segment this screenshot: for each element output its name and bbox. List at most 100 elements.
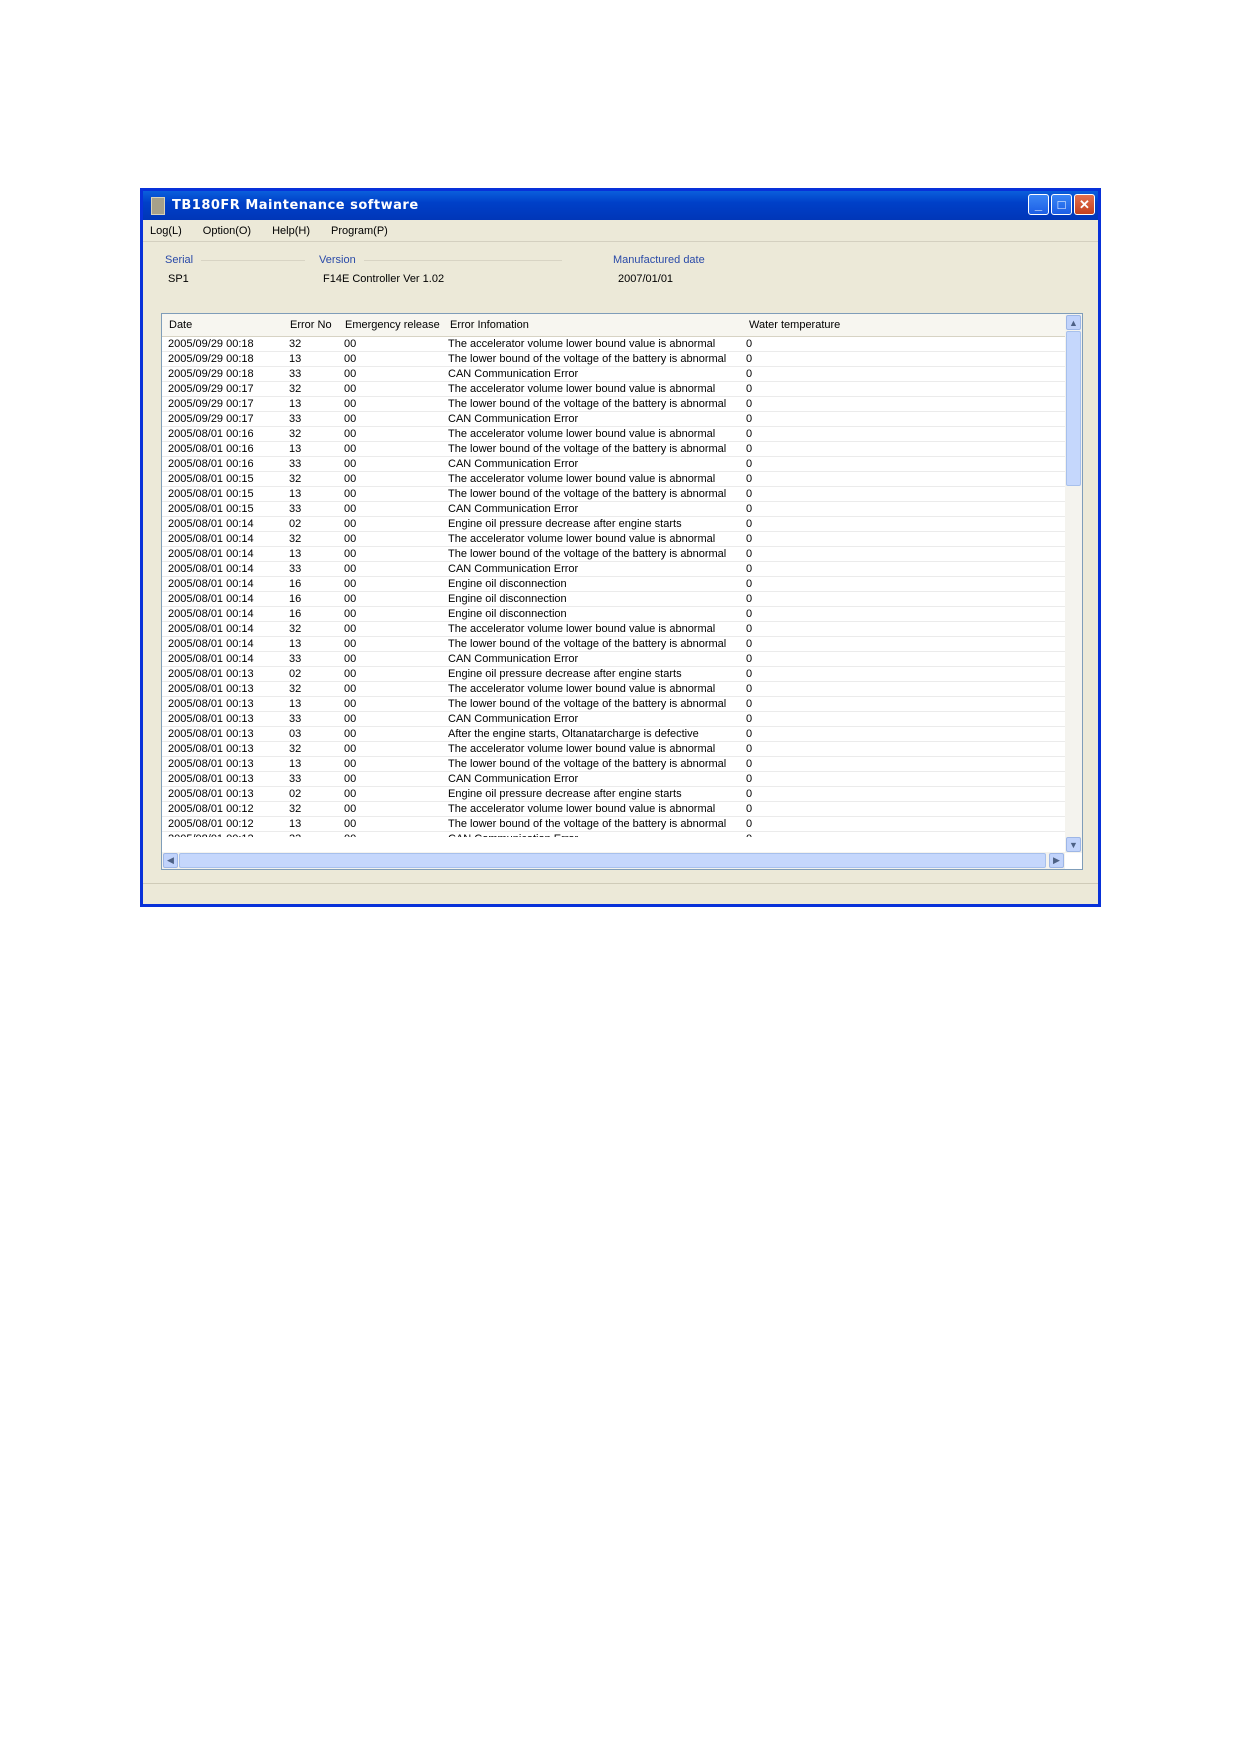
cell-date: 2005/08/01 00:14: [168, 638, 254, 650]
table-row[interactable]: 2005/08/01 00:14 16 00 Engine oil disconnec…: [162, 577, 1065, 592]
table-row[interactable]: 2005/08/01 00:15 32 00 The accelerator volu…: [162, 472, 1065, 487]
cell-error-information: The lower bound of the voltage of the ba…: [448, 398, 727, 410]
cell-error-information: CAN Communication Error: [448, 713, 579, 725]
cell-emergency-release: 00: [344, 698, 357, 710]
cell-error-information: The lower bound of the voltage of the ba…: [448, 548, 727, 560]
cell-error-information: CAN Communication Error: [448, 563, 579, 575]
cell-water-temperature: 0: [746, 458, 753, 470]
cell-error-information: The accelerator volume lower bound value…: [448, 803, 716, 815]
cell-water-temperature: 0: [746, 413, 753, 425]
vertical-scrollbar[interactable]: ▲ ▼: [1065, 314, 1082, 853]
version-label: Version: [319, 254, 356, 266]
cell-date: 2005/08/01 00:13: [168, 728, 254, 740]
window-controls: _ □ ✕: [1028, 194, 1095, 215]
cell-date: 2005/08/01 00:16: [168, 428, 254, 440]
cell-emergency-release: 00: [344, 683, 357, 695]
cell-emergency-release: 00: [344, 518, 357, 530]
table-row[interactable]: 2005/08/01 00:13 13 00 The lower bound of t…: [162, 757, 1065, 772]
cell-date: 2005/09/29 00:18: [168, 368, 254, 380]
table-row[interactable]: 2005/08/01 00:16 33 00 CAN Communication Er…: [162, 457, 1065, 472]
table-row[interactable]: 2005/09/29 00:18 33 00 CAN Communication Er…: [162, 367, 1065, 382]
table-row[interactable]: 2005/08/01 00:14 33 00 CAN Communication Er…: [162, 652, 1065, 667]
cell-error-no: 02: [289, 668, 302, 680]
scroll-left-icon[interactable]: ◀: [163, 853, 178, 868]
table-row[interactable]: 2005/08/01 00:14 32 00 The accelerator volu…: [162, 532, 1065, 547]
table-row[interactable]: 2005/09/29 00:18 13 00 The lower bound of t…: [162, 352, 1065, 367]
manufactured-label: Manufactured date: [613, 254, 705, 266]
table-row[interactable]: 2005/08/01 00:14 16 00 Engine oil disconnec…: [162, 592, 1065, 607]
menu-help[interactable]: Help(H): [272, 225, 310, 237]
table-row[interactable]: 2005/08/01 00:15 33 00 CAN Communication Er…: [162, 502, 1065, 517]
cell-error-no: 02: [289, 518, 302, 530]
cell-water-temperature: 0: [746, 758, 753, 770]
table-row[interactable]: 2005/09/29 00:17 33 00 CAN Communication Er…: [162, 412, 1065, 427]
col-error-no[interactable]: Error No: [290, 319, 332, 331]
cell-water-temperature: 0: [746, 368, 753, 380]
cell-error-information: The accelerator volume lower bound value…: [448, 383, 716, 395]
minimize-button[interactable]: _: [1028, 194, 1049, 215]
error-log-grid[interactable]: Date Error No Emergency release Error In…: [161, 313, 1083, 870]
cell-error-information: CAN Communication Error: [448, 653, 579, 665]
table-row[interactable]: 2005/08/01 00:13 02 00 Engine oil pressure …: [162, 667, 1065, 682]
col-water-temperature[interactable]: Water temperature: [749, 319, 840, 331]
table-row[interactable]: 2005/08/01 00:14 13 00 The lower bound of t…: [162, 637, 1065, 652]
scroll-right-icon[interactable]: ▶: [1049, 853, 1064, 868]
horizontal-scrollbar[interactable]: ◀ ▶: [162, 852, 1065, 869]
cell-water-temperature: 0: [746, 488, 753, 500]
cell-error-information: The accelerator volume lower bound value…: [448, 533, 716, 545]
table-row[interactable]: 2005/08/01 00:16 13 00 The lower bound of t…: [162, 442, 1065, 457]
cell-water-temperature: 0: [746, 443, 753, 455]
table-row[interactable]: 2005/08/01 00:13 33 00 CAN Communication Er…: [162, 712, 1065, 727]
table-row[interactable]: 2005/08/01 00:12 32 00 The accelerator volu…: [162, 802, 1065, 817]
table-row[interactable]: 2005/08/01 00:13 32 00 The accelerator volu…: [162, 742, 1065, 757]
manufactured-value: 2007/01/01: [618, 273, 674, 285]
cell-error-no: 32: [289, 473, 302, 485]
title-bar[interactable]: TB180FR Maintenance software _ □ ✕: [143, 191, 1098, 220]
scroll-down-icon[interactable]: ▼: [1066, 837, 1081, 852]
cell-error-information: The lower bound of the voltage of the ba…: [448, 758, 727, 770]
maximize-button[interactable]: □: [1051, 194, 1072, 215]
cell-emergency-release: 00: [344, 353, 357, 365]
cell-emergency-release: 00: [344, 338, 357, 350]
cell-error-no: 13: [289, 488, 302, 500]
col-emergency-release[interactable]: Emergency release: [345, 319, 440, 331]
cell-emergency-release: 00: [344, 788, 357, 800]
col-error-information[interactable]: Error Infomation: [450, 319, 529, 331]
table-row[interactable]: 2005/09/29 00:17 13 00 The lower bound of t…: [162, 397, 1065, 412]
menu-option[interactable]: Option(O): [203, 225, 251, 237]
menu-log[interactable]: Log(L): [150, 225, 182, 237]
cell-date: 2005/08/01 00:15: [168, 473, 254, 485]
table-row[interactable]: 2005/08/01 00:13 02 00 Engine oil pressure …: [162, 787, 1065, 802]
horizontal-scroll-thumb[interactable]: [179, 853, 1046, 868]
scroll-up-icon[interactable]: ▲: [1066, 315, 1081, 330]
table-row[interactable]: 2005/08/01 00:13 13 00 The lower bound of t…: [162, 697, 1065, 712]
table-row[interactable]: 2005/09/29 00:17 32 00 The accelerator volu…: [162, 382, 1065, 397]
table-row[interactable]: 2005/08/01 00:14 02 00 Engine oil pressure …: [162, 517, 1065, 532]
table-row[interactable]: 2005/08/01 00:16 32 00 The accelerator volu…: [162, 427, 1065, 442]
table-row[interactable]: 2005/08/01 00:12 13 00 The lower bound of t…: [162, 817, 1065, 832]
table-row[interactable]: 2005/08/01 00:14 32 00 The accelerator volu…: [162, 622, 1065, 637]
table-row[interactable]: 2005/08/01 00:12 33 00 CAN Communication Er…: [162, 832, 1065, 837]
vertical-scroll-thumb[interactable]: [1066, 331, 1081, 486]
close-button[interactable]: ✕: [1074, 194, 1095, 215]
table-row[interactable]: 2005/08/01 00:14 13 00 The lower bound of t…: [162, 547, 1065, 562]
table-row[interactable]: 2005/09/29 00:18 32 00 The accelerator volu…: [162, 337, 1065, 352]
cell-emergency-release: 00: [344, 533, 357, 545]
cell-error-information: The lower bound of the voltage of the ba…: [448, 488, 727, 500]
cell-error-no: 32: [289, 338, 302, 350]
table-row[interactable]: 2005/08/01 00:13 33 00 CAN Communication Er…: [162, 772, 1065, 787]
cell-water-temperature: 0: [746, 818, 753, 830]
table-row[interactable]: 2005/08/01 00:13 32 00 The accelerator volu…: [162, 682, 1065, 697]
table-row[interactable]: 2005/08/01 00:14 16 00 Engine oil disconnec…: [162, 607, 1065, 622]
table-row[interactable]: 2005/08/01 00:13 03 00 After the engine sta…: [162, 727, 1065, 742]
status-bar: [143, 883, 1098, 904]
table-row[interactable]: 2005/08/01 00:15 13 00 The lower bound of t…: [162, 487, 1065, 502]
col-date[interactable]: Date: [169, 319, 192, 331]
version-divider: [364, 260, 562, 261]
menu-program[interactable]: Program(P): [331, 225, 388, 237]
cell-error-information: CAN Communication Error: [448, 413, 579, 425]
cell-water-temperature: 0: [746, 563, 753, 575]
table-row[interactable]: 2005/08/01 00:14 33 00 CAN Communication Er…: [162, 562, 1065, 577]
cell-error-no: 13: [289, 698, 302, 710]
cell-date: 2005/08/01 00:14: [168, 563, 254, 575]
